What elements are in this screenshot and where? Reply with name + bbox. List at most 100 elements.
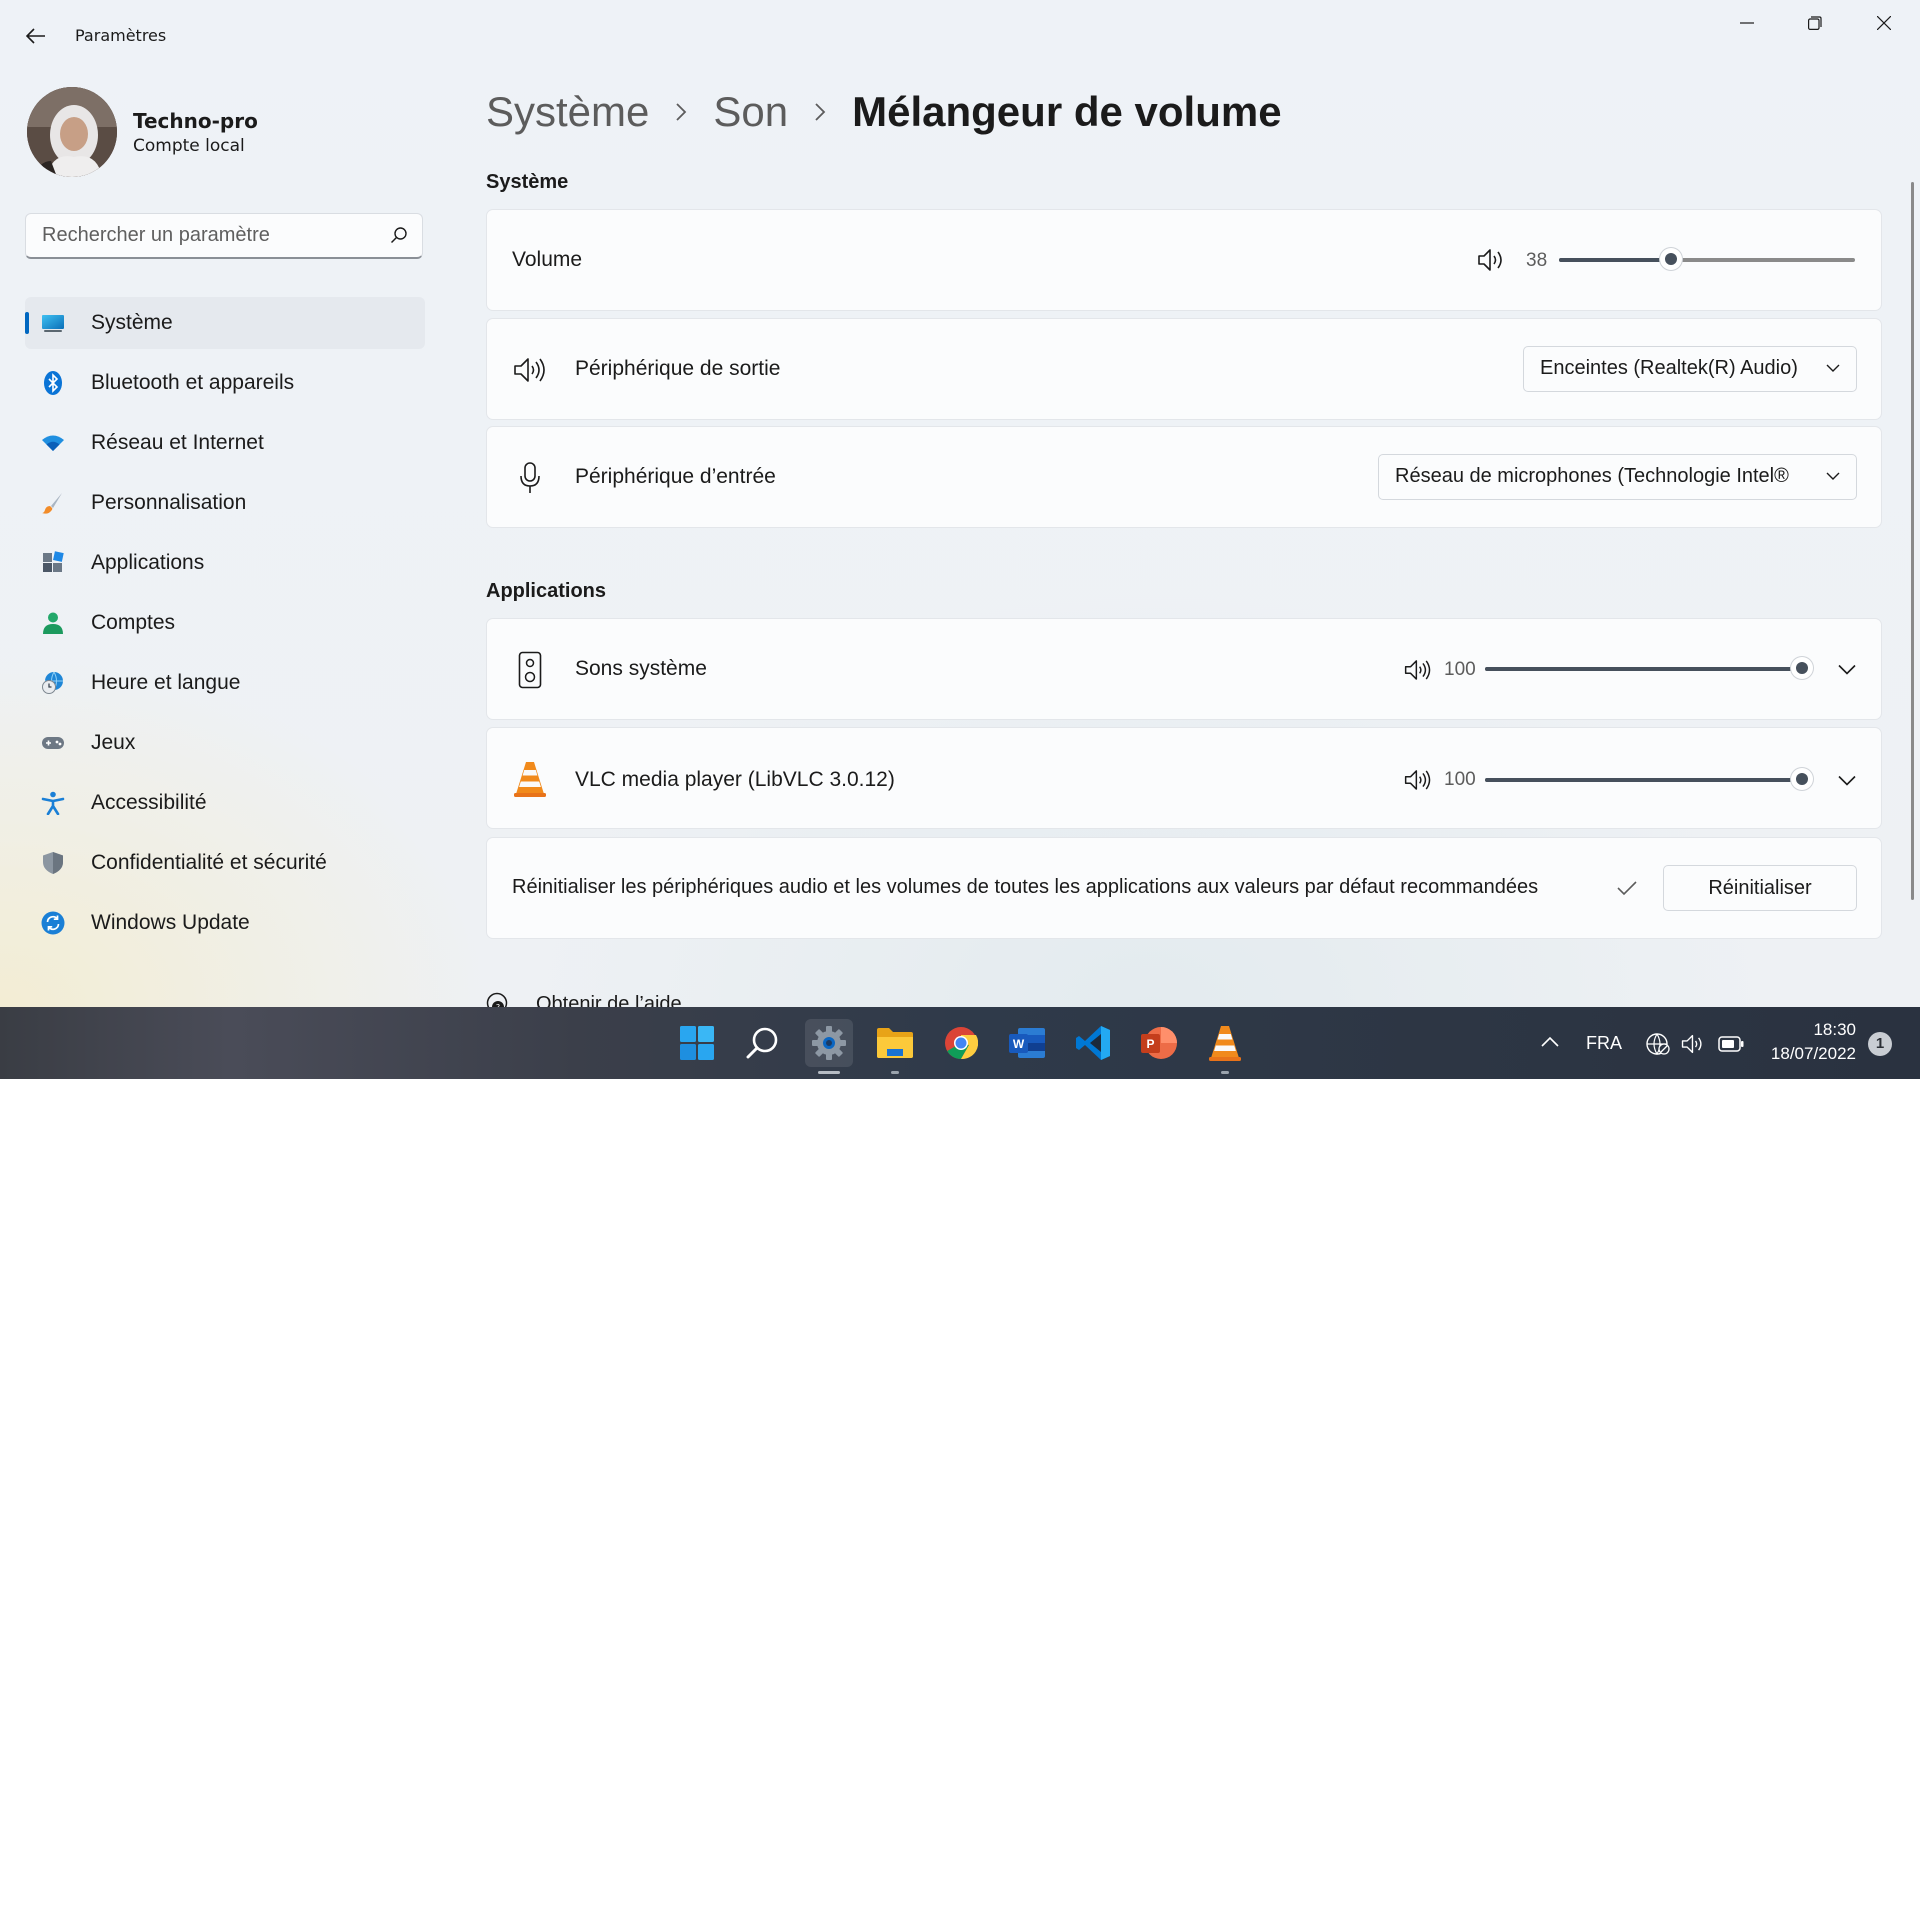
input-device-selected: Réseau de microphones (Technologie Intel…: [1395, 465, 1789, 487]
sidebar-item-confidentialite[interactable]: Confidentialité et sécurité: [25, 837, 425, 889]
svg-text:P: P: [1146, 1037, 1154, 1051]
sidebar-item-applications[interactable]: Applications: [25, 537, 425, 589]
shield-icon: [43, 852, 63, 874]
person-icon: [43, 612, 63, 634]
apps-icon: [43, 551, 64, 572]
sidebar-item-reseau[interactable]: Réseau et Internet: [25, 417, 425, 469]
checkmark-icon: [1617, 881, 1637, 896]
expand-button[interactable]: [1830, 652, 1864, 686]
search-box[interactable]: [25, 213, 423, 259]
start-button[interactable]: [673, 1019, 721, 1067]
app-volume-slider[interactable]: [1485, 657, 1813, 681]
section-title-applications: Applications: [486, 580, 607, 602]
taskbar-vlc[interactable]: [1201, 1019, 1249, 1074]
taskbar-settings[interactable]: [805, 1019, 853, 1074]
taskbar-powerpoint[interactable]: P: [1135, 1019, 1183, 1067]
volume-card: Volume 38: [486, 209, 1882, 311]
sidebar-item-label: Système: [91, 311, 173, 334]
slider-fill: [1559, 258, 1672, 262]
language-indicator[interactable]: FRA: [1586, 1033, 1622, 1054]
restore-button[interactable]: [1781, 0, 1849, 46]
vscode-icon: [1076, 1026, 1110, 1060]
sidebar-item-label: Accessibilité: [91, 791, 207, 814]
notification-badge[interactable]: 1: [1868, 1032, 1892, 1056]
slider-thumb[interactable]: [1791, 657, 1813, 679]
microphone-icon: [520, 462, 540, 493]
sidebar-item-heure-langue[interactable]: Heure et langue: [25, 657, 425, 709]
speaker-icon[interactable]: [1477, 248, 1505, 272]
section-title-systeme: Système: [486, 171, 569, 193]
app-volume-value: 100: [1444, 769, 1476, 790]
sidebar-item-label: Bluetooth et appareils: [91, 371, 295, 394]
screen: Paramètres Techno-pro Compte local Systè…: [0, 0, 1920, 1079]
master-volume-slider[interactable]: [1559, 248, 1855, 272]
vlc-cone-icon: [514, 762, 546, 797]
sidebar-item-label: Comptes: [91, 611, 176, 634]
chrome-icon: [945, 1027, 978, 1060]
avatar[interactable]: [27, 87, 117, 177]
slider-thumb[interactable]: [1791, 768, 1813, 790]
accessibility-icon: [41, 791, 65, 815]
help-link[interactable]: Obtenir de l’aide: [536, 993, 682, 1007]
running-indicator: [891, 1071, 899, 1074]
avatar-photo: [27, 87, 117, 177]
sidebar-item-label: Jeux: [91, 731, 136, 754]
sidebar-item-label: Personnalisation: [91, 491, 247, 514]
monitor-icon: [42, 315, 64, 332]
reset-button[interactable]: Réinitialiser: [1663, 865, 1857, 911]
app-name: VLC media player (LibVLC 3.0.12): [575, 768, 895, 791]
taskbar-search-button[interactable]: [739, 1019, 787, 1067]
chevron-up-icon[interactable]: [1540, 1036, 1560, 1048]
breadcrumb-systeme[interactable]: Système: [486, 88, 649, 136]
sidebar-item-windows-update[interactable]: Windows Update: [25, 897, 425, 949]
help-icon: ?: [486, 992, 508, 1007]
speaker-icon[interactable]: [1404, 658, 1432, 682]
input-device-card: Périphérique d’entrée Réseau de micropho…: [486, 426, 1882, 528]
output-device-selected: Enceintes (Realtek(R) Audio): [1540, 357, 1798, 379]
taskbar-vscode[interactable]: [1069, 1019, 1117, 1067]
sidebar-item-personnalisation[interactable]: Personnalisation: [25, 477, 425, 529]
input-device-dropdown[interactable]: Réseau de microphones (Technologie Intel…: [1378, 454, 1857, 500]
network-icon[interactable]: [1645, 1032, 1671, 1056]
app-volume-value: 100: [1444, 659, 1476, 680]
vlc-icon: [1209, 1026, 1241, 1061]
chevron-down-icon: [1826, 472, 1840, 480]
app-row-sons-systeme: Sons système 100: [486, 618, 1882, 720]
volume-icon[interactable]: [1681, 1033, 1707, 1055]
svg-text:W: W: [1013, 1037, 1025, 1051]
gamepad-icon: [42, 737, 64, 749]
speaker-icon[interactable]: [1404, 768, 1432, 792]
battery-icon[interactable]: [1718, 1035, 1744, 1053]
breadcrumb-son[interactable]: Son: [713, 88, 788, 136]
sidebar-item-comptes[interactable]: Comptes: [25, 597, 425, 649]
sidebar-item-jeux[interactable]: Jeux: [25, 717, 425, 769]
back-button[interactable]: [18, 20, 54, 52]
taskbar-chrome[interactable]: [937, 1019, 985, 1067]
taskbar-file-explorer[interactable]: [871, 1019, 919, 1074]
settings-icon: [812, 1026, 846, 1060]
input-device-label: Périphérique d’entrée: [575, 465, 776, 488]
bluetooth-icon: [44, 371, 62, 395]
sidebar-item-label: Réseau et Internet: [91, 431, 264, 454]
user-name: Techno-pro: [133, 109, 258, 133]
brush-icon: [42, 493, 62, 514]
clock-time[interactable]: 18:30: [1760, 1020, 1856, 1040]
output-device-dropdown[interactable]: Enceintes (Realtek(R) Audio): [1523, 346, 1857, 392]
expand-button[interactable]: [1830, 763, 1864, 797]
clock-date[interactable]: 18/07/2022: [1760, 1044, 1856, 1064]
chevron-right-icon: [814, 102, 826, 122]
search-input[interactable]: [42, 214, 372, 256]
settings-window: Paramètres Techno-pro Compte local Systè…: [0, 0, 1920, 1007]
minimize-button[interactable]: [1713, 0, 1781, 46]
app-volume-slider[interactable]: [1485, 768, 1813, 792]
taskbar-word[interactable]: W: [1003, 1019, 1051, 1067]
slider-thumb[interactable]: [1660, 248, 1683, 270]
sidebar-item-bluetooth[interactable]: Bluetooth et appareils: [25, 357, 425, 409]
slider-fill: [1485, 778, 1802, 782]
sidebar-item-systeme[interactable]: Système: [25, 297, 425, 349]
windows-start-icon: [680, 1026, 714, 1060]
scrollbar[interactable]: [1911, 182, 1914, 900]
sidebar-item-accessibilite[interactable]: Accessibilité: [25, 777, 425, 829]
close-button[interactable]: [1850, 0, 1918, 46]
sidebar-item-label: Heure et langue: [91, 671, 241, 694]
